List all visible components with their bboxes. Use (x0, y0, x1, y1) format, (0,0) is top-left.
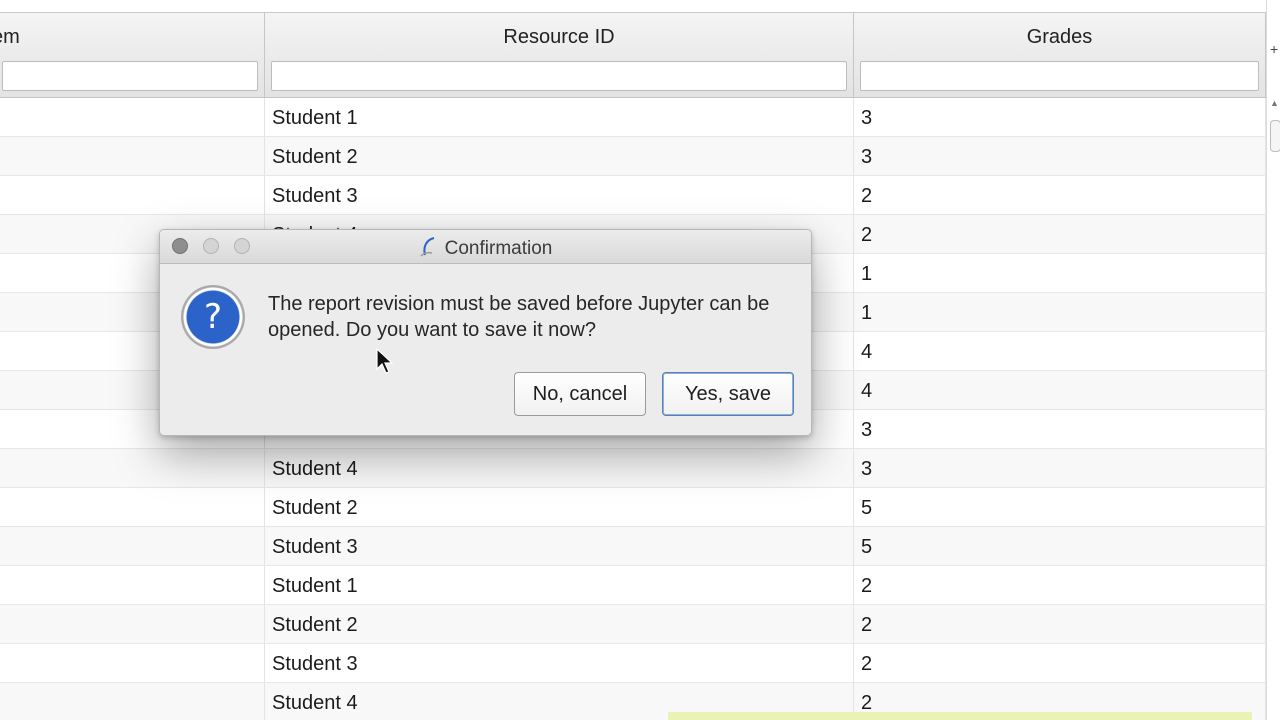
dialog-message: The report revision must be saved before… (268, 293, 770, 341)
resource-id-cell[interactable]: Student 3 (265, 176, 854, 214)
column-filter-input[interactable] (271, 61, 847, 91)
app-window: em Resource ID Grades Student 13Student … (0, 0, 1280, 720)
grade-cell[interactable]: 2 (854, 644, 1266, 682)
column-header-resource-id[interactable]: Resource ID (265, 13, 854, 97)
grade-cell[interactable]: 4 (854, 371, 1266, 409)
grade-cell[interactable]: 3 (854, 410, 1266, 448)
item-cell[interactable] (0, 605, 265, 643)
resource-id-cell[interactable]: Student 1 (265, 98, 854, 136)
scroll-up-arrow-icon[interactable]: ▲ (1270, 98, 1279, 108)
resource-id-cell[interactable]: Student 2 (265, 605, 854, 643)
cancel-button[interactable]: No, cancel (514, 372, 646, 416)
column-title: Grades (1026, 26, 1093, 48)
confirmation-dialog: Confirmation ? The report revision must … (159, 229, 812, 436)
item-cell[interactable] (0, 176, 265, 214)
dialog-title: Confirmation (444, 238, 553, 259)
grade-cell[interactable]: 1 (854, 254, 1266, 292)
grade-cell[interactable]: 2 (854, 605, 1266, 643)
item-cell[interactable] (0, 527, 265, 565)
table-row[interactable]: Student 12 (0, 566, 1266, 605)
item-cell[interactable] (0, 449, 265, 487)
add-column-icon[interactable]: + (1270, 42, 1278, 56)
column-header-grades[interactable]: Grades (854, 13, 1266, 97)
grade-cell[interactable]: 2 (854, 566, 1266, 604)
resource-id-cell[interactable]: Student 3 (265, 527, 854, 565)
table-row[interactable]: Student 22 (0, 605, 1266, 644)
item-cell[interactable] (0, 683, 265, 720)
grade-cell[interactable]: 5 (854, 527, 1266, 565)
table-row[interactable]: Student 32 (0, 644, 1266, 683)
item-cell[interactable] (0, 644, 265, 682)
mouse-pointer-icon (376, 348, 394, 374)
scrollbar-thumb[interactable] (1270, 120, 1280, 152)
table-row[interactable]: Student 32 (0, 176, 1266, 215)
grade-cell[interactable]: 1 (854, 293, 1266, 331)
grade-cell[interactable]: 5 (854, 488, 1266, 526)
column-title: Resource ID (503, 26, 615, 48)
selection-highlight (668, 712, 1252, 720)
question-glyph: ? (203, 297, 223, 337)
grade-cell[interactable]: 3 (854, 98, 1266, 136)
dialog-title-area: Confirmation (160, 236, 811, 260)
item-cell[interactable] (0, 566, 265, 604)
table-row[interactable]: Student 43 (0, 449, 1266, 488)
grade-cell[interactable]: 3 (854, 137, 1266, 175)
resource-id-cell[interactable]: Student 4 (265, 449, 854, 487)
resource-id-cell[interactable]: Student 2 (265, 488, 854, 526)
grade-cell[interactable]: 4 (854, 332, 1266, 370)
app-logo-icon (420, 237, 434, 257)
save-button[interactable]: Yes, save (662, 372, 794, 416)
table-row[interactable]: Student 25 (0, 488, 1266, 527)
grade-cell[interactable]: 2 (854, 215, 1266, 253)
question-icon: ? (181, 285, 245, 349)
grade-cell[interactable]: 2 (854, 176, 1266, 214)
table-row[interactable]: Student 23 (0, 137, 1266, 176)
column-title: em (0, 26, 20, 48)
column-filter-input[interactable] (2, 61, 258, 91)
resource-id-cell[interactable]: Student 1 (265, 566, 854, 604)
vertical-scrollbar[interactable]: + ▲ (1266, 0, 1280, 720)
item-cell[interactable] (0, 488, 265, 526)
column-filter-input[interactable] (860, 61, 1259, 91)
table-header: em Resource ID Grades (0, 13, 1266, 98)
resource-id-cell[interactable]: Student 3 (265, 644, 854, 682)
column-header-item[interactable]: em (0, 13, 265, 97)
dialog-titlebar[interactable]: Confirmation (160, 230, 811, 264)
item-cell[interactable] (0, 137, 265, 175)
table-row[interactable]: Student 35 (0, 527, 1266, 566)
grade-cell[interactable]: 3 (854, 449, 1266, 487)
resource-id-cell[interactable]: Student 2 (265, 137, 854, 175)
item-cell[interactable] (0, 98, 265, 136)
table-row[interactable]: Student 13 (0, 98, 1266, 137)
